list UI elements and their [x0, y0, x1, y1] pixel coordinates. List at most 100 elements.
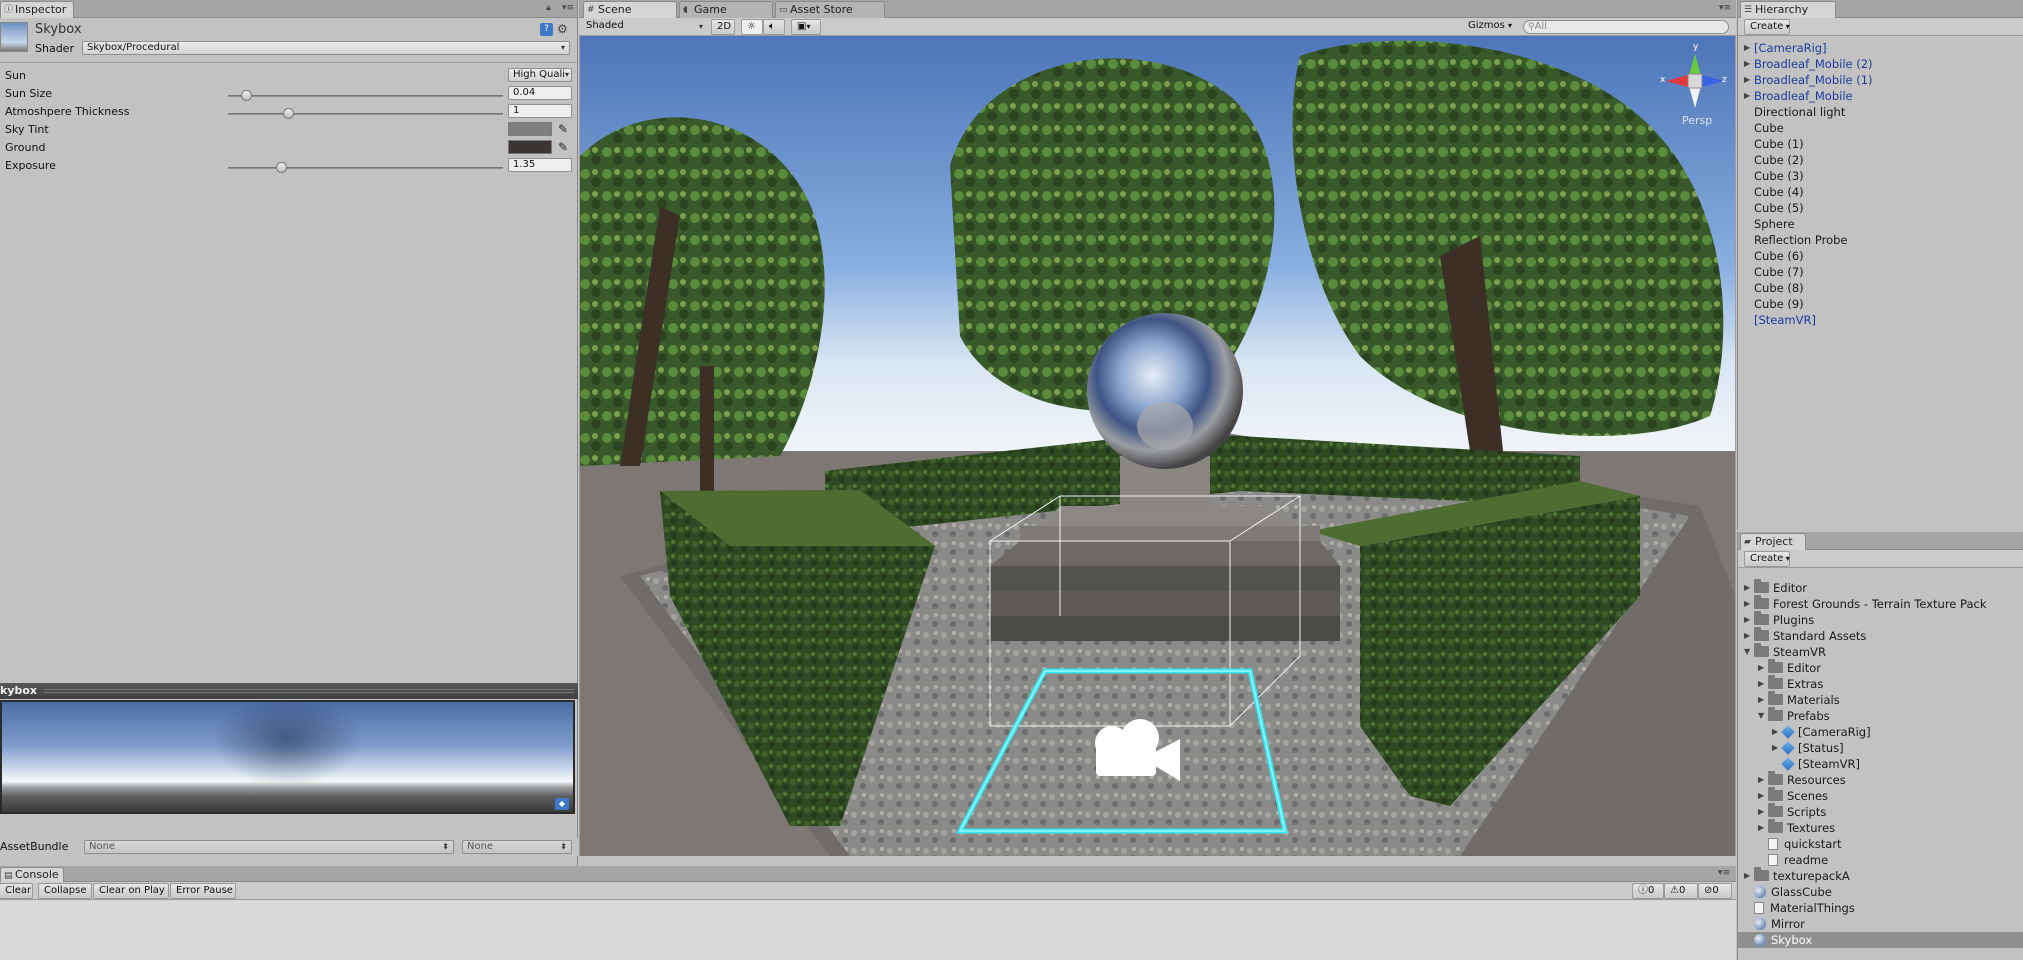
- exposure-field[interactable]: 1.35: [508, 158, 572, 172]
- expand-arrow-icon[interactable]: ▶: [1744, 72, 1752, 88]
- project-item[interactable]: [Status]: [1781, 740, 1844, 756]
- scene-viewport[interactable]: y x z Persp: [580, 36, 1735, 856]
- tab-scene[interactable]: # Scene: [583, 1, 677, 18]
- project-item[interactable]: GlassCube: [1754, 884, 1832, 900]
- expand-arrow-icon[interactable]: ▶: [1758, 820, 1766, 836]
- panel-menu-icon[interactable]: ▾≡: [562, 3, 574, 13]
- error-filter-toggle[interactable]: ⊘0: [1698, 883, 1732, 899]
- expand-arrow-icon[interactable]: ▶: [1744, 56, 1752, 72]
- sun-size-field[interactable]: 0.04: [508, 86, 572, 100]
- project-item[interactable]: Standard Assets: [1754, 627, 1866, 644]
- hierarchy-item[interactable]: Broadleaf_Mobile: [1754, 88, 1853, 104]
- panel-menu-icon[interactable]: ▾≡: [1719, 3, 1731, 13]
- sun-size-slider[interactable]: [228, 90, 503, 101]
- hierarchy-item[interactable]: Cube (6): [1754, 248, 1804, 264]
- hierarchy-item[interactable]: Cube (2): [1754, 152, 1804, 168]
- collapse-arrow-icon[interactable]: ▼: [1744, 644, 1752, 660]
- orientation-gizmo[interactable]: y x z Persp: [1660, 42, 1730, 136]
- tab-inspector[interactable]: ⓘ Inspector: [0, 1, 74, 18]
- effects-dropdown[interactable]: ▣▾: [791, 19, 821, 35]
- hierarchy-item[interactable]: Cube (9): [1754, 296, 1804, 312]
- gizmos-dropdown[interactable]: Gizmos ▾: [1463, 19, 1517, 35]
- hierarchy-item[interactable]: Cube (5): [1754, 200, 1804, 216]
- audio-toggle[interactable]: 🔈︎: [763, 19, 785, 35]
- tab-game[interactable]: ◖ Game: [679, 1, 773, 18]
- expand-arrow-icon[interactable]: ▶: [1744, 596, 1752, 612]
- console-log-area[interactable]: [0, 901, 1736, 960]
- clear-on-play-button[interactable]: Clear on Play: [93, 883, 169, 899]
- exposure-slider[interactable]: [228, 162, 503, 173]
- hierarchy-item[interactable]: Sphere: [1754, 216, 1795, 232]
- tab-project[interactable]: ▰ Project: [1740, 533, 1806, 550]
- collapse-arrow-icon[interactable]: ▼: [1758, 708, 1766, 724]
- eyedropper-icon[interactable]: ✎: [556, 122, 570, 136]
- clear-button[interactable]: Clear: [0, 883, 33, 899]
- project-item[interactable]: texturepackA: [1754, 867, 1850, 884]
- tab-hierarchy[interactable]: ☰ Hierarchy: [1740, 1, 1836, 18]
- project-item[interactable]: Forest Grounds - Terrain Texture Pack: [1754, 595, 1987, 612]
- lock-icon[interactable]: 🔒︎: [546, 3, 551, 13]
- project-item[interactable]: Plugins: [1754, 611, 1814, 628]
- project-item[interactable]: Skybox: [1754, 932, 1812, 948]
- hierarchy-item[interactable]: [CameraRig]: [1754, 40, 1827, 56]
- hierarchy-item[interactable]: Cube (4): [1754, 184, 1804, 200]
- project-item[interactable]: Scripts: [1768, 803, 1826, 820]
- panel-menu-icon[interactable]: ▾≡: [1718, 868, 1730, 878]
- project-item[interactable]: [SteamVR]: [1781, 756, 1860, 772]
- project-item[interactable]: readme: [1768, 852, 1828, 868]
- toggle-2d-button[interactable]: 2D: [711, 19, 735, 35]
- slider-thumb[interactable]: [241, 90, 253, 101]
- project-item[interactable]: Materials: [1768, 691, 1840, 708]
- lighting-toggle[interactable]: ☼: [741, 19, 763, 35]
- hierarchy-item[interactable]: [SteamVR]: [1754, 312, 1816, 328]
- atmosphere-field[interactable]: 1: [508, 104, 572, 118]
- drag-handle[interactable]: [44, 689, 574, 693]
- shader-dropdown[interactable]: Skybox/Procedural ▾: [82, 41, 570, 55]
- project-item[interactable]: Mirror: [1754, 916, 1805, 932]
- project-item[interactable]: SteamVR: [1754, 643, 1826, 660]
- projection-label[interactable]: Persp: [1682, 114, 1712, 127]
- expand-arrow-icon[interactable]: ▶: [1758, 692, 1766, 708]
- atmosphere-slider[interactable]: [228, 108, 503, 119]
- expand-arrow-icon[interactable]: ▶: [1744, 580, 1752, 596]
- ground-swatch[interactable]: [508, 140, 552, 154]
- scene-search-input[interactable]: ⚲All: [1523, 20, 1729, 34]
- project-item[interactable]: Editor: [1768, 659, 1821, 676]
- expand-arrow-icon[interactable]: ▶: [1744, 40, 1752, 56]
- info-filter-toggle[interactable]: ⓘ0: [1632, 883, 1664, 899]
- project-item[interactable]: Textures: [1768, 819, 1835, 836]
- warning-filter-toggle[interactable]: ⚠0: [1664, 883, 1698, 899]
- project-item[interactable]: Resources: [1768, 771, 1846, 788]
- tab-console[interactable]: ▤ Console: [0, 867, 64, 882]
- create-button[interactable]: Create ▾: [1744, 19, 1790, 35]
- tab-asset-store[interactable]: ▭ Asset Store: [775, 1, 885, 18]
- expand-arrow-icon[interactable]: ▶: [1744, 612, 1752, 628]
- hierarchy-item[interactable]: Cube (8): [1754, 280, 1804, 296]
- hierarchy-item[interactable]: Cube (1): [1754, 136, 1804, 152]
- hierarchy-item[interactable]: Reflection Probe: [1754, 232, 1848, 248]
- project-item[interactable]: Scenes: [1768, 787, 1828, 804]
- sun-dropdown[interactable]: High Quali ▾: [508, 68, 572, 82]
- expand-arrow-icon[interactable]: ▶: [1744, 88, 1752, 104]
- label-tag-icon[interactable]: ◆: [555, 798, 569, 810]
- project-item[interactable]: MaterialThings: [1754, 900, 1855, 916]
- expand-arrow-icon[interactable]: ▶: [1758, 660, 1766, 676]
- error-pause-button[interactable]: Error Pause: [170, 883, 236, 899]
- hierarchy-item[interactable]: Cube: [1754, 120, 1784, 136]
- shading-mode-dropdown[interactable]: Shaded ▾: [581, 19, 707, 35]
- create-button[interactable]: Create ▾: [1744, 551, 1790, 567]
- hierarchy-item[interactable]: Cube (3): [1754, 168, 1804, 184]
- expand-arrow-icon[interactable]: ▶: [1758, 676, 1766, 692]
- gear-icon[interactable]: ⚙: [557, 22, 568, 36]
- asset-variant-dropdown[interactable]: None ⬍: [462, 840, 572, 854]
- hierarchy-item[interactable]: Directional light: [1754, 104, 1845, 120]
- expand-arrow-icon[interactable]: ▶: [1744, 868, 1752, 884]
- help-icon[interactable]: ?: [540, 23, 553, 36]
- slider-thumb[interactable]: [283, 108, 295, 119]
- sky-tint-swatch[interactable]: [508, 122, 552, 136]
- hierarchy-item[interactable]: Broadleaf_Mobile (1): [1754, 72, 1873, 88]
- expand-arrow-icon[interactable]: ▶: [1758, 804, 1766, 820]
- expand-arrow-icon[interactable]: ▶: [1772, 724, 1780, 740]
- preview-header[interactable]: kybox: [0, 683, 578, 699]
- project-item[interactable]: [CameraRig]: [1781, 724, 1871, 740]
